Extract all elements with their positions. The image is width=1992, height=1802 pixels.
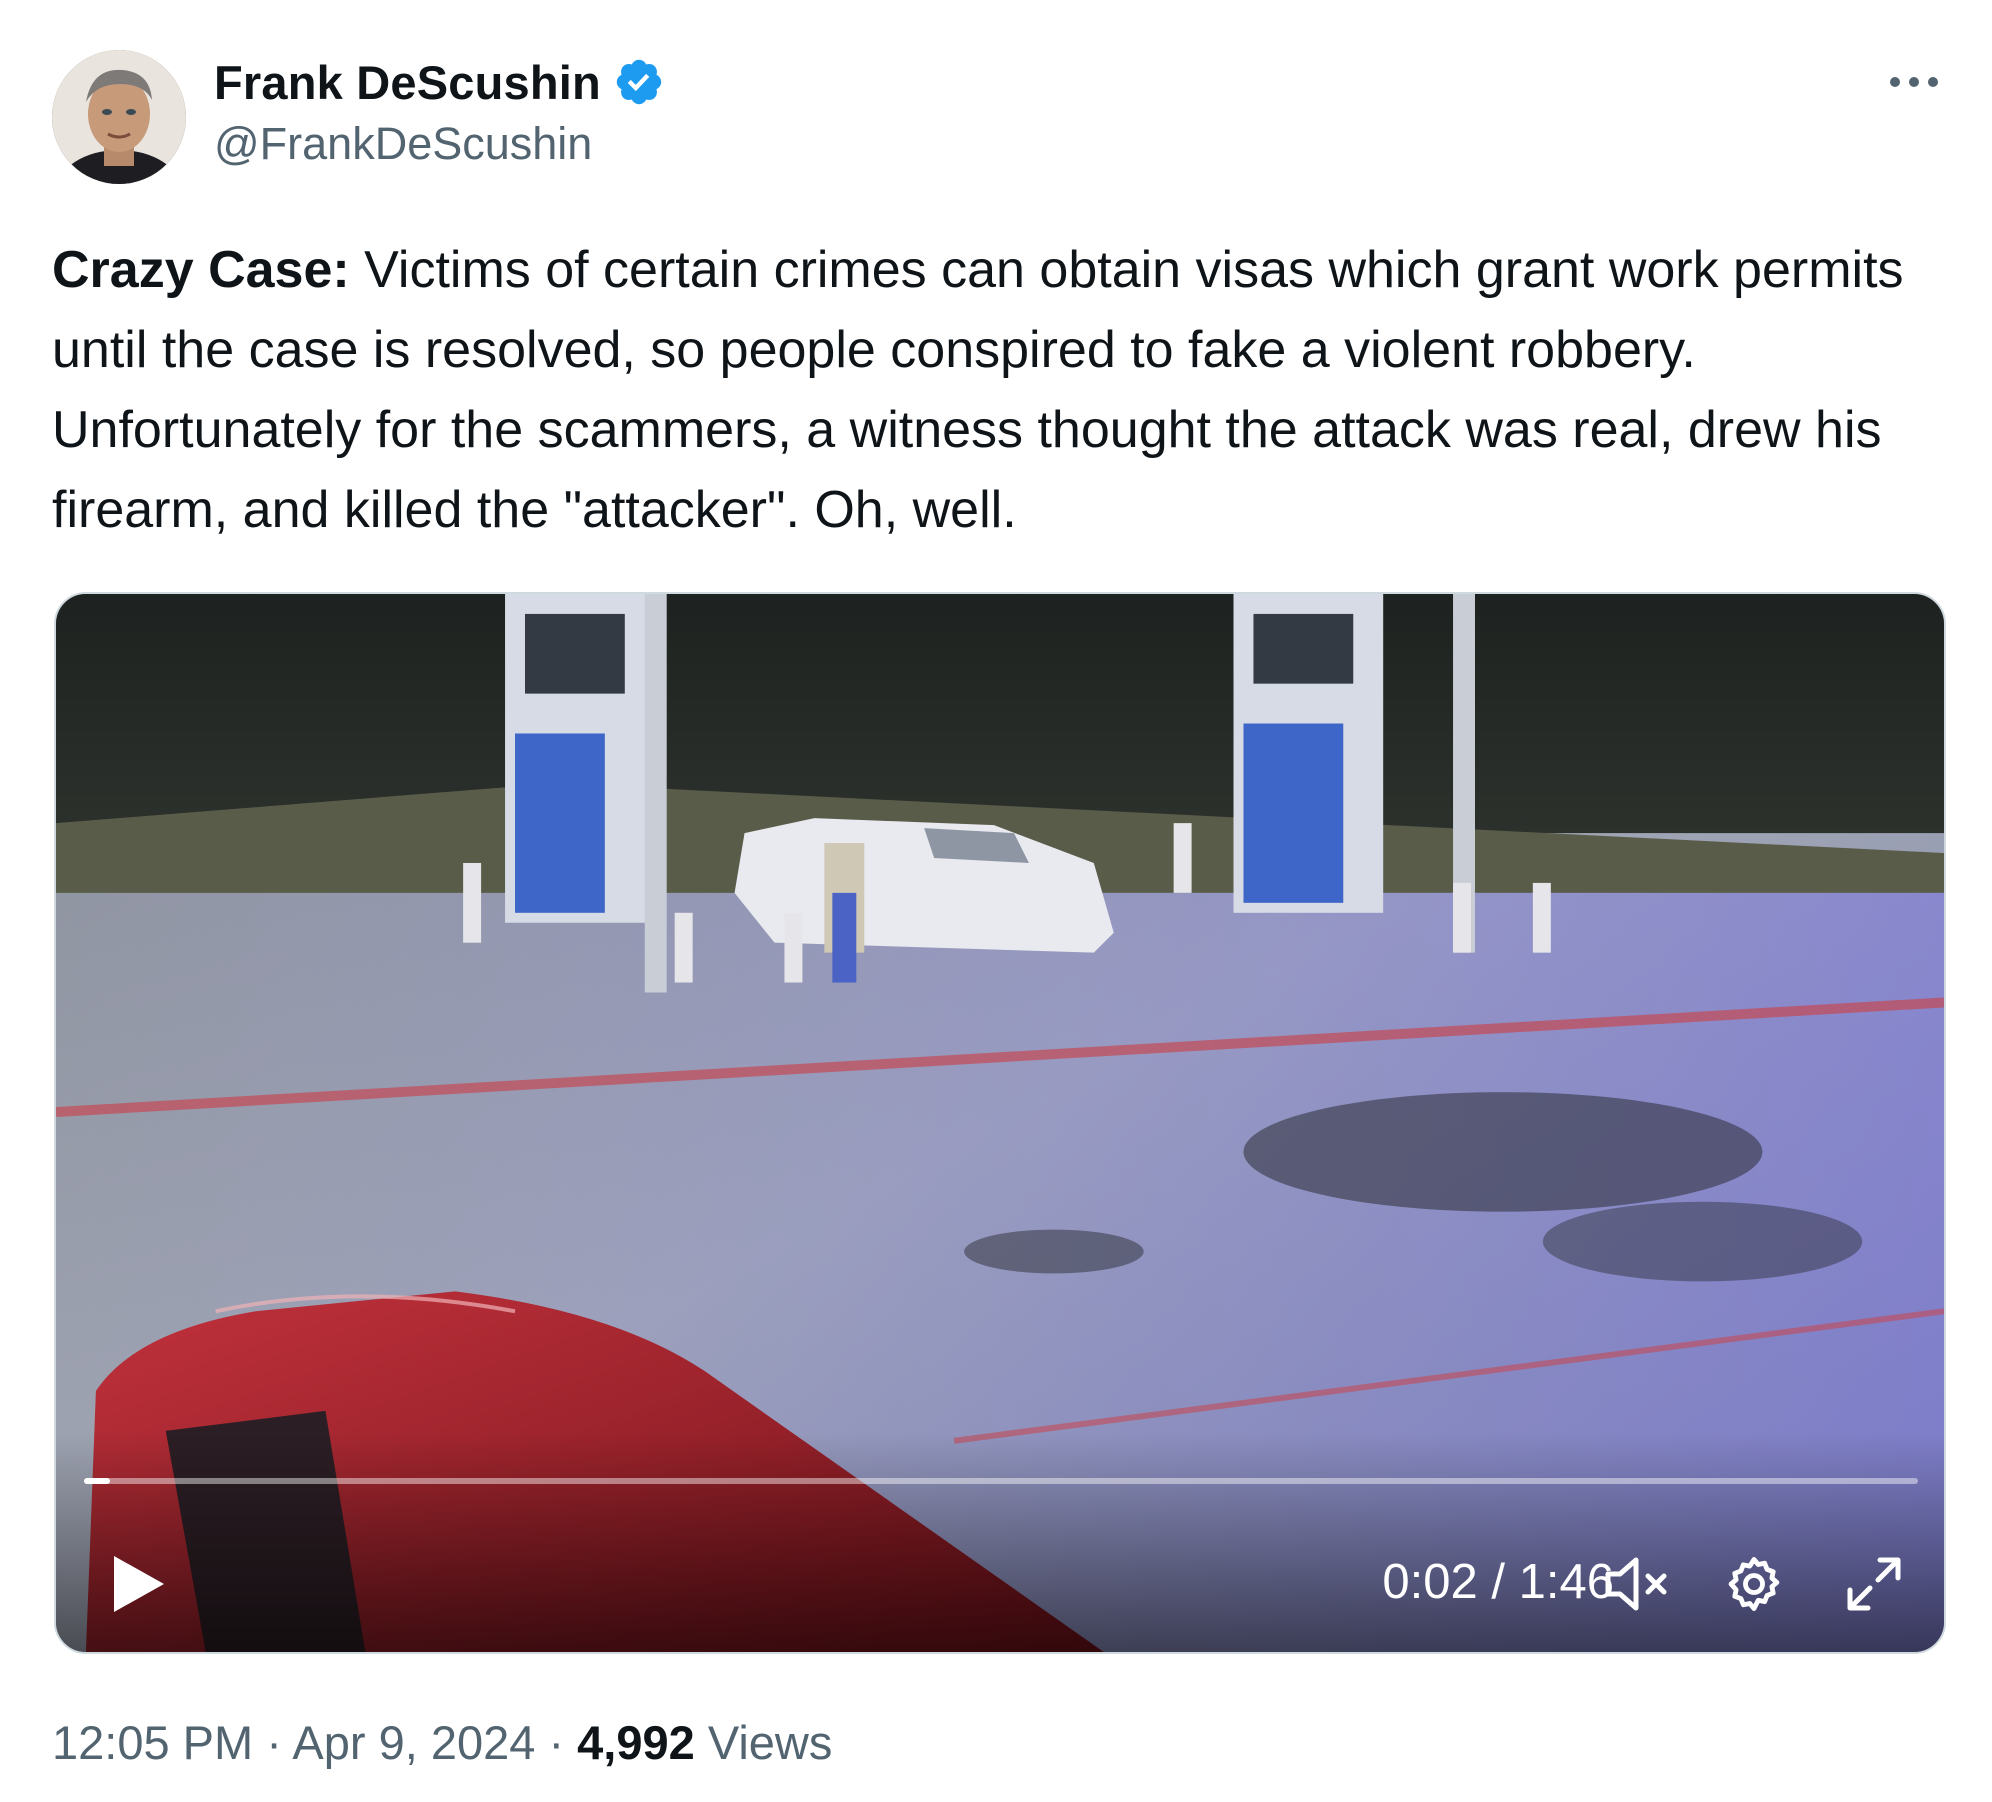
- views-label: Views: [694, 1716, 833, 1769]
- gear-icon[interactable]: [1716, 1546, 1792, 1622]
- author-handle[interactable]: @FrankDeScushin: [214, 118, 665, 170]
- author-block: Frank DeScushin @FrankDeScushin: [214, 50, 665, 170]
- video-time-display: 0:02 / 1:46: [1382, 1555, 1614, 1609]
- tweet-date[interactable]: Apr 9, 2024: [292, 1716, 535, 1769]
- tweet-time[interactable]: 12:05 PM: [52, 1716, 253, 1769]
- tweet-bold-prefix: Crazy Case:: [52, 241, 350, 299]
- display-name-row: Frank DeScushin: [214, 50, 665, 114]
- video-progress-fill: [84, 1478, 110, 1484]
- tweet-text: Crazy Case: Victims of certain crimes ca…: [52, 230, 1952, 550]
- volume-muted-icon[interactable]: [1596, 1548, 1678, 1620]
- video-player[interactable]: 0:02 / 1:46: [54, 592, 1946, 1654]
- meta-separator: ·: [535, 1716, 578, 1769]
- verified-badge-icon[interactable]: [613, 56, 665, 108]
- tweet-card: Frank DeScushin @FrankDeScushin Crazy Ca…: [0, 0, 1992, 1802]
- meta-separator: ·: [253, 1716, 293, 1769]
- views-count: 4,992: [577, 1716, 695, 1769]
- avatar[interactable]: [52, 50, 186, 184]
- video-progress-bar[interactable]: [84, 1478, 1918, 1484]
- play-icon[interactable]: [98, 1544, 178, 1624]
- tweet-meta: 12:05 PM · Apr 9, 2024 · 4,992 Views: [52, 1715, 832, 1770]
- display-name[interactable]: Frank DeScushin: [214, 55, 601, 110]
- more-horizontal-icon[interactable]: [1884, 62, 1944, 102]
- fullscreen-expand-icon[interactable]: [1836, 1546, 1912, 1622]
